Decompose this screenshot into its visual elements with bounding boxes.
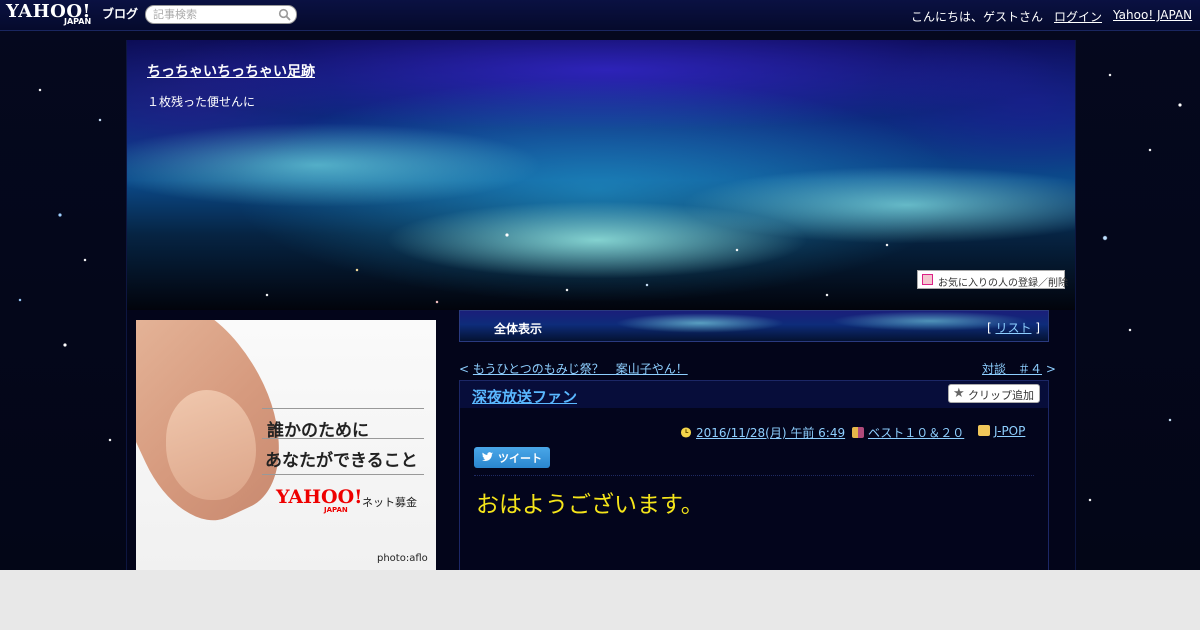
- article-separator: [474, 475, 1034, 476]
- next-article-title[interactable]: 対談 ＃４: [982, 362, 1042, 376]
- clock-icon: [680, 427, 692, 438]
- view-navbar: 全体表示 [ リスト ]: [459, 310, 1049, 342]
- post-date[interactable]: 2016/11/28(月) 午前 6:49: [680, 424, 845, 441]
- list-bracket-close: ]: [1035, 321, 1040, 335]
- favorite-register-label: お気に入りの人の登録／削除: [938, 278, 1068, 289]
- tweet-button[interactable]: ツイート: [474, 447, 550, 468]
- yahoo-blog-logo[interactable]: YAHOO! JAPAN ブログ: [6, 2, 138, 26]
- logo-blog: ブログ: [102, 7, 139, 21]
- search-box: [145, 5, 297, 24]
- ad-divider: [262, 474, 424, 475]
- blog-container: ちっちゃいちっちゃい足跡 １枚残った便せんに お気に入りの人の登録／削除 誰かの…: [126, 40, 1076, 599]
- prev-article-link[interactable]: < もうひとつのもみじ祭？ 案山子やん！: [459, 360, 688, 377]
- ad-yahoo-logo: YAHOO!: [276, 486, 363, 508]
- article-body-line-1: おはようございます。: [476, 492, 704, 518]
- book-icon: [852, 427, 864, 438]
- ad-divider: [262, 408, 424, 409]
- blog-subtitle: １枚残った便せんに: [147, 95, 256, 109]
- next-article-link[interactable]: 対談 ＃４ >: [982, 360, 1056, 377]
- ad-photo-credit: photo:aflo: [377, 553, 428, 564]
- view-all-label[interactable]: 全体表示: [494, 320, 542, 337]
- greeting-text: こんにちは、ゲストさん: [911, 10, 1044, 24]
- post-genre-text[interactable]: J-POP: [994, 424, 1025, 438]
- ad-yahoo-logo-sub: JAPAN: [324, 506, 348, 514]
- tweet-label: ツイート: [498, 452, 542, 465]
- folder-icon: [978, 425, 990, 436]
- top-bar: YAHOO! JAPAN ブログ こんにちは、ゲストさん ログイン Yahoo!…: [0, 0, 1200, 31]
- search-input[interactable]: [153, 7, 275, 22]
- post-genre[interactable]: J-POP: [978, 424, 1025, 438]
- ad-service-name: ネット募金: [362, 496, 417, 509]
- clip-add-label: クリップ追加: [968, 389, 1034, 402]
- list-link-group: [ リスト ]: [987, 319, 1040, 336]
- post-date-text[interactable]: 2016/11/28(月) 午前 6:49: [696, 426, 845, 440]
- prev-article-title[interactable]: もうひとつのもみじ祭？ 案山子やん！: [473, 362, 688, 376]
- list-bracket-open: [: [986, 321, 992, 335]
- page-footer-area: [0, 570, 1200, 630]
- blog-title[interactable]: ちっちゃいちっちゃい足跡: [147, 61, 315, 81]
- ad-banner[interactable]: 誰かのために あなたができること YAHOO! JAPAN ネット募金 phot…: [136, 320, 436, 570]
- yahoo-japan-link[interactable]: Yahoo! JAPAN: [1113, 8, 1192, 22]
- prev-mark: <: [459, 362, 470, 376]
- post-category-text[interactable]: ベスト１０＆２０: [868, 426, 964, 440]
- favorite-icon: [922, 274, 933, 285]
- logo-sub: JAPAN: [64, 17, 92, 26]
- twitter-bird-icon: [482, 452, 493, 462]
- star-icon: ★: [953, 386, 965, 401]
- post-category[interactable]: ベスト１０＆２０: [852, 424, 964, 441]
- clip-add-button[interactable]: ★ クリップ追加: [948, 384, 1040, 403]
- ad-divider: [262, 438, 424, 439]
- search-icon[interactable]: [278, 8, 291, 21]
- next-mark: >: [1045, 362, 1056, 376]
- login-link[interactable]: ログイン: [1054, 8, 1102, 25]
- list-link[interactable]: リスト: [995, 321, 1031, 335]
- article-title[interactable]: 深夜放送ファン: [472, 386, 577, 407]
- article: 深夜放送ファン ★ クリップ追加 2016/11/28(月) 午前 6:49 ベ…: [459, 380, 1049, 599]
- blog-header: ちっちゃいちっちゃい足跡 １枚残った便せんに お気に入りの人の登録／削除: [127, 40, 1075, 310]
- favorite-register-button[interactable]: お気に入りの人の登録／削除: [917, 270, 1068, 289]
- ad-headline-2: あなたができること: [265, 451, 418, 471]
